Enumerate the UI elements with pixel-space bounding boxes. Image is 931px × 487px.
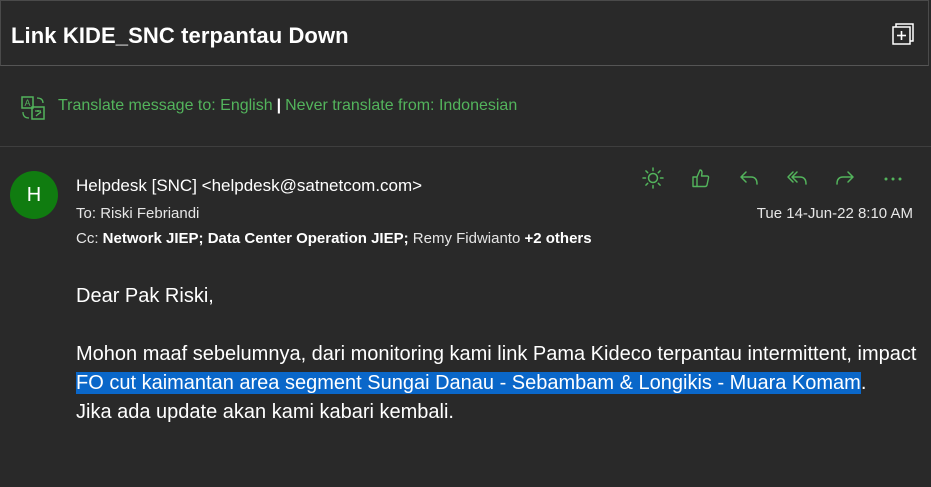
translate-bar: A Translate message to: English | Never tr… bbox=[0, 67, 931, 147]
reply-icon[interactable] bbox=[725, 164, 773, 192]
greeting: Dear Pak Riski, bbox=[76, 285, 214, 307]
sun-icon[interactable] bbox=[629, 164, 677, 192]
cc-line: Cc: Network JIEP; Data Center Operation … bbox=[76, 230, 592, 247]
to-line: To: Riski Febriandi bbox=[76, 205, 199, 222]
separator: | bbox=[276, 97, 282, 114]
avatar[interactable]: H bbox=[10, 171, 58, 219]
like-icon[interactable] bbox=[677, 164, 725, 192]
cc-label: Cc: bbox=[76, 230, 99, 247]
selected-text: FO cut kaimantan area segment Sungai Dan… bbox=[76, 372, 861, 394]
cc-recipient[interactable]: Data Center Operation JIEP; bbox=[208, 230, 409, 247]
translate-options: Translate message to: English | Never tran… bbox=[58, 97, 517, 115]
message-body: Dear Pak Riski, Mohon maaf sebelumnya, d… bbox=[76, 282, 921, 427]
to-recipient[interactable]: Riski Febriandi bbox=[100, 205, 199, 222]
more-icon[interactable] bbox=[869, 164, 917, 192]
body-text: . bbox=[860, 372, 867, 394]
body-text: Mohon maaf sebelumnya, dari monitoring k… bbox=[76, 343, 917, 365]
reply-all-icon[interactable] bbox=[773, 164, 821, 192]
cc-recipient[interactable]: Remy Fidwianto bbox=[413, 230, 521, 247]
translate-to-english-link[interactable]: Translate message to: English bbox=[58, 97, 273, 114]
translate-icon: A bbox=[20, 95, 46, 121]
body-paragraph: Mohon maaf sebelumnya, dari monitoring k… bbox=[76, 340, 921, 398]
body-paragraph: Jika ada update akan kami kabari kembali… bbox=[76, 401, 454, 423]
cc-more-recipients[interactable]: +2 others bbox=[525, 230, 592, 247]
message-actions bbox=[629, 164, 917, 192]
never-translate-link[interactable]: Never translate from: Indonesian bbox=[285, 97, 517, 114]
subject-bar: Link KIDE_SNC terpantau Down bbox=[0, 0, 929, 66]
popout-icon[interactable] bbox=[892, 23, 914, 45]
to-label: To: bbox=[76, 205, 97, 222]
forward-icon[interactable] bbox=[821, 164, 869, 192]
svg-text:A: A bbox=[25, 98, 31, 108]
cc-recipient[interactable]: Network JIEP; bbox=[103, 230, 204, 247]
message-date: Tue 14-Jun-22 8:10 AM bbox=[756, 205, 913, 222]
message-subject: Link KIDE_SNC terpantau Down bbox=[11, 23, 349, 48]
sender[interactable]: Helpdesk [SNC] <helpdesk@satnetcom.com> bbox=[76, 176, 422, 196]
